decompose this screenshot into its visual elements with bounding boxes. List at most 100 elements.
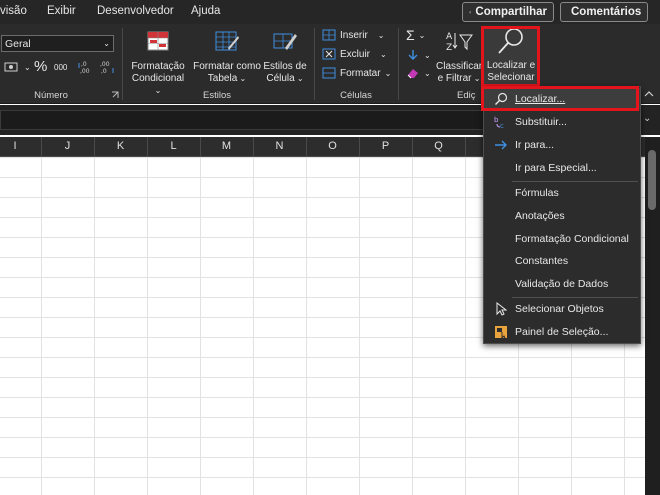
sort-filter-button[interactable]: AZ Classificar e Filtrar ⌄ xyxy=(436,30,482,85)
format-as-table-icon xyxy=(215,31,239,51)
delete-cells-button[interactable]: Excluir ⌄ xyxy=(322,48,387,60)
clear-button[interactable]: ⌄ xyxy=(406,67,431,79)
conditional-format-label-1: Formatação xyxy=(131,61,185,72)
fill-button[interactable]: ⌄ xyxy=(406,49,431,61)
arrow-right-icon xyxy=(493,137,509,153)
svg-text:,0: ,0 xyxy=(101,68,107,74)
menu-item-anotacoes[interactable]: Anotações xyxy=(484,205,640,227)
highlight-localizar xyxy=(481,86,639,111)
format-cells-button[interactable]: Formatar ⌄ xyxy=(322,67,391,79)
cell-styles-icon xyxy=(273,33,297,50)
conditional-format-icon xyxy=(147,31,169,51)
number-format-value: Geral xyxy=(5,37,31,50)
menu-item-formatacao-condicional[interactable]: Formatação Condicional xyxy=(484,228,640,250)
number-group-label: Número xyxy=(34,90,68,101)
column-divider xyxy=(412,137,413,157)
menu-item-label: Substituir... xyxy=(515,116,567,128)
column-header-i[interactable]: I xyxy=(0,140,30,152)
column-header-n[interactable]: N xyxy=(253,140,306,152)
increase-decimal-icon: ,0,00 xyxy=(78,61,90,74)
formula-input[interactable] xyxy=(0,110,488,130)
group-separator xyxy=(398,28,399,100)
decrease-decimal-icon: ,00,0 xyxy=(100,61,114,74)
conditional-format-label-2: Condicional xyxy=(131,73,185,84)
column-header-o[interactable]: O xyxy=(306,140,359,152)
menu-item-ir-para-especial[interactable]: Ir para Especial... xyxy=(484,157,640,179)
chevron-down-icon: ⌄ xyxy=(380,49,387,59)
collapse-ribbon-icon[interactable] xyxy=(644,90,654,98)
dialog-launcher-icon[interactable] xyxy=(111,91,119,99)
svg-text:,0: ,0 xyxy=(81,61,87,68)
menu-item-constantes[interactable]: Constantes xyxy=(484,250,640,272)
tab-ajuda[interactable]: Ajuda xyxy=(191,5,220,17)
conditional-format-button[interactable]: Formatação Condicional ⌄ xyxy=(128,30,188,97)
tab-exibir[interactable]: Exibir xyxy=(47,5,76,17)
format-as-table-label-1: Formatar como xyxy=(193,61,261,72)
share-icon xyxy=(469,10,472,14)
menu-item-label: Formatação Condicional xyxy=(515,233,629,245)
chevron-down-icon: ⌄ xyxy=(384,68,392,78)
autosum-button[interactable]: Σ ⌄ xyxy=(406,27,425,43)
accounting-format-button[interactable]: ⌄ xyxy=(4,61,31,73)
format-label: Formatar xyxy=(340,67,381,79)
menu-item-substituir[interactable]: bc Substituir... xyxy=(484,111,640,133)
comments-button[interactable]: Comentários xyxy=(560,2,648,22)
eraser-icon xyxy=(407,69,418,79)
sort-filter-icon: AZ xyxy=(446,32,473,53)
menu-item-label: Fórmulas xyxy=(515,187,559,199)
column-divider xyxy=(359,137,360,157)
cell-styles-label-1: Estilos de xyxy=(263,61,307,72)
chevron-down-icon: ⌄ xyxy=(294,74,304,83)
number-format-select[interactable]: Geral ⌄ xyxy=(1,35,114,52)
percent-symbol: % xyxy=(34,58,48,75)
delete-icon xyxy=(322,48,336,60)
menu-item-label: Ir para... xyxy=(515,139,555,151)
cell-styles-button[interactable]: Estilos de Célula ⌄ xyxy=(262,30,308,85)
selection-pane-icon xyxy=(493,324,509,340)
increase-decimal-button[interactable]: ,0,00 xyxy=(78,60,94,74)
delete-label: Excluir xyxy=(340,48,371,60)
menu-item-label: Selecionar Objetos xyxy=(515,303,604,315)
column-header-m[interactable]: M xyxy=(200,140,253,152)
insert-label: Inserir xyxy=(340,29,368,41)
column-header-p[interactable]: P xyxy=(359,140,412,152)
sigma-icon: Σ xyxy=(406,27,415,43)
svg-text:b: b xyxy=(494,116,499,124)
menu-item-ir-para[interactable]: Ir para... xyxy=(484,134,640,156)
column-divider xyxy=(41,137,42,157)
column-header-j[interactable]: J xyxy=(41,140,94,152)
group-separator xyxy=(122,28,123,100)
chevron-down-icon: ⌄ xyxy=(424,50,431,60)
highlight-find-select xyxy=(481,26,540,87)
menu-item-formulas[interactable]: Fórmulas xyxy=(484,182,640,204)
menu-item-validacao-de-dados[interactable]: Validação de Dados xyxy=(484,273,640,295)
menu-item-label: Painel de Seleção... xyxy=(515,326,609,338)
format-as-table-button[interactable]: Formatar como Tabela ⌄ xyxy=(192,30,262,85)
insert-cells-button[interactable]: Inserir ⌄ xyxy=(322,29,385,41)
column-header-q[interactable]: Q xyxy=(412,140,465,152)
sort-filter-label-2: e Filtrar xyxy=(437,73,472,84)
tab-revisao[interactable]: visão xyxy=(0,5,27,17)
find-select-dropdown: Localizar... bc Substituir... Ir para...… xyxy=(483,86,641,344)
sort-filter-label-1: Classificar xyxy=(436,61,483,72)
menu-item-label: Validação de Dados xyxy=(515,278,609,290)
menu-item-selecionar-objetos[interactable]: Selecionar Objetos xyxy=(484,298,640,320)
cell-styles-label-2: Célula xyxy=(266,73,295,84)
chevron-down-icon: ⌄ xyxy=(424,68,431,78)
column-header-k[interactable]: K xyxy=(94,140,147,152)
column-divider xyxy=(200,137,201,157)
column-header-l[interactable]: L xyxy=(147,140,200,152)
expand-formula-bar-icon[interactable]: ⌄ xyxy=(643,113,651,124)
format-icon xyxy=(322,67,336,79)
svg-text:Z: Z xyxy=(446,43,452,52)
decrease-decimal-button[interactable]: ,00,0 xyxy=(98,60,114,74)
styles-group-label: Estilos xyxy=(203,90,231,101)
scrollbar-thumb[interactable] xyxy=(648,150,656,210)
percent-style-button[interactable]: % xyxy=(34,58,47,75)
menu-item-painel-de-selecao[interactable]: Painel de Seleção... xyxy=(484,321,640,343)
share-button[interactable]: Compartilhar xyxy=(462,2,554,22)
menu-item-label: Ir para Especial... xyxy=(515,162,597,174)
tab-desenvolvedor[interactable]: Desenvolvedor xyxy=(97,5,174,17)
comma-style-button[interactable]: 000 xyxy=(54,63,67,72)
svg-text:A: A xyxy=(446,32,453,42)
